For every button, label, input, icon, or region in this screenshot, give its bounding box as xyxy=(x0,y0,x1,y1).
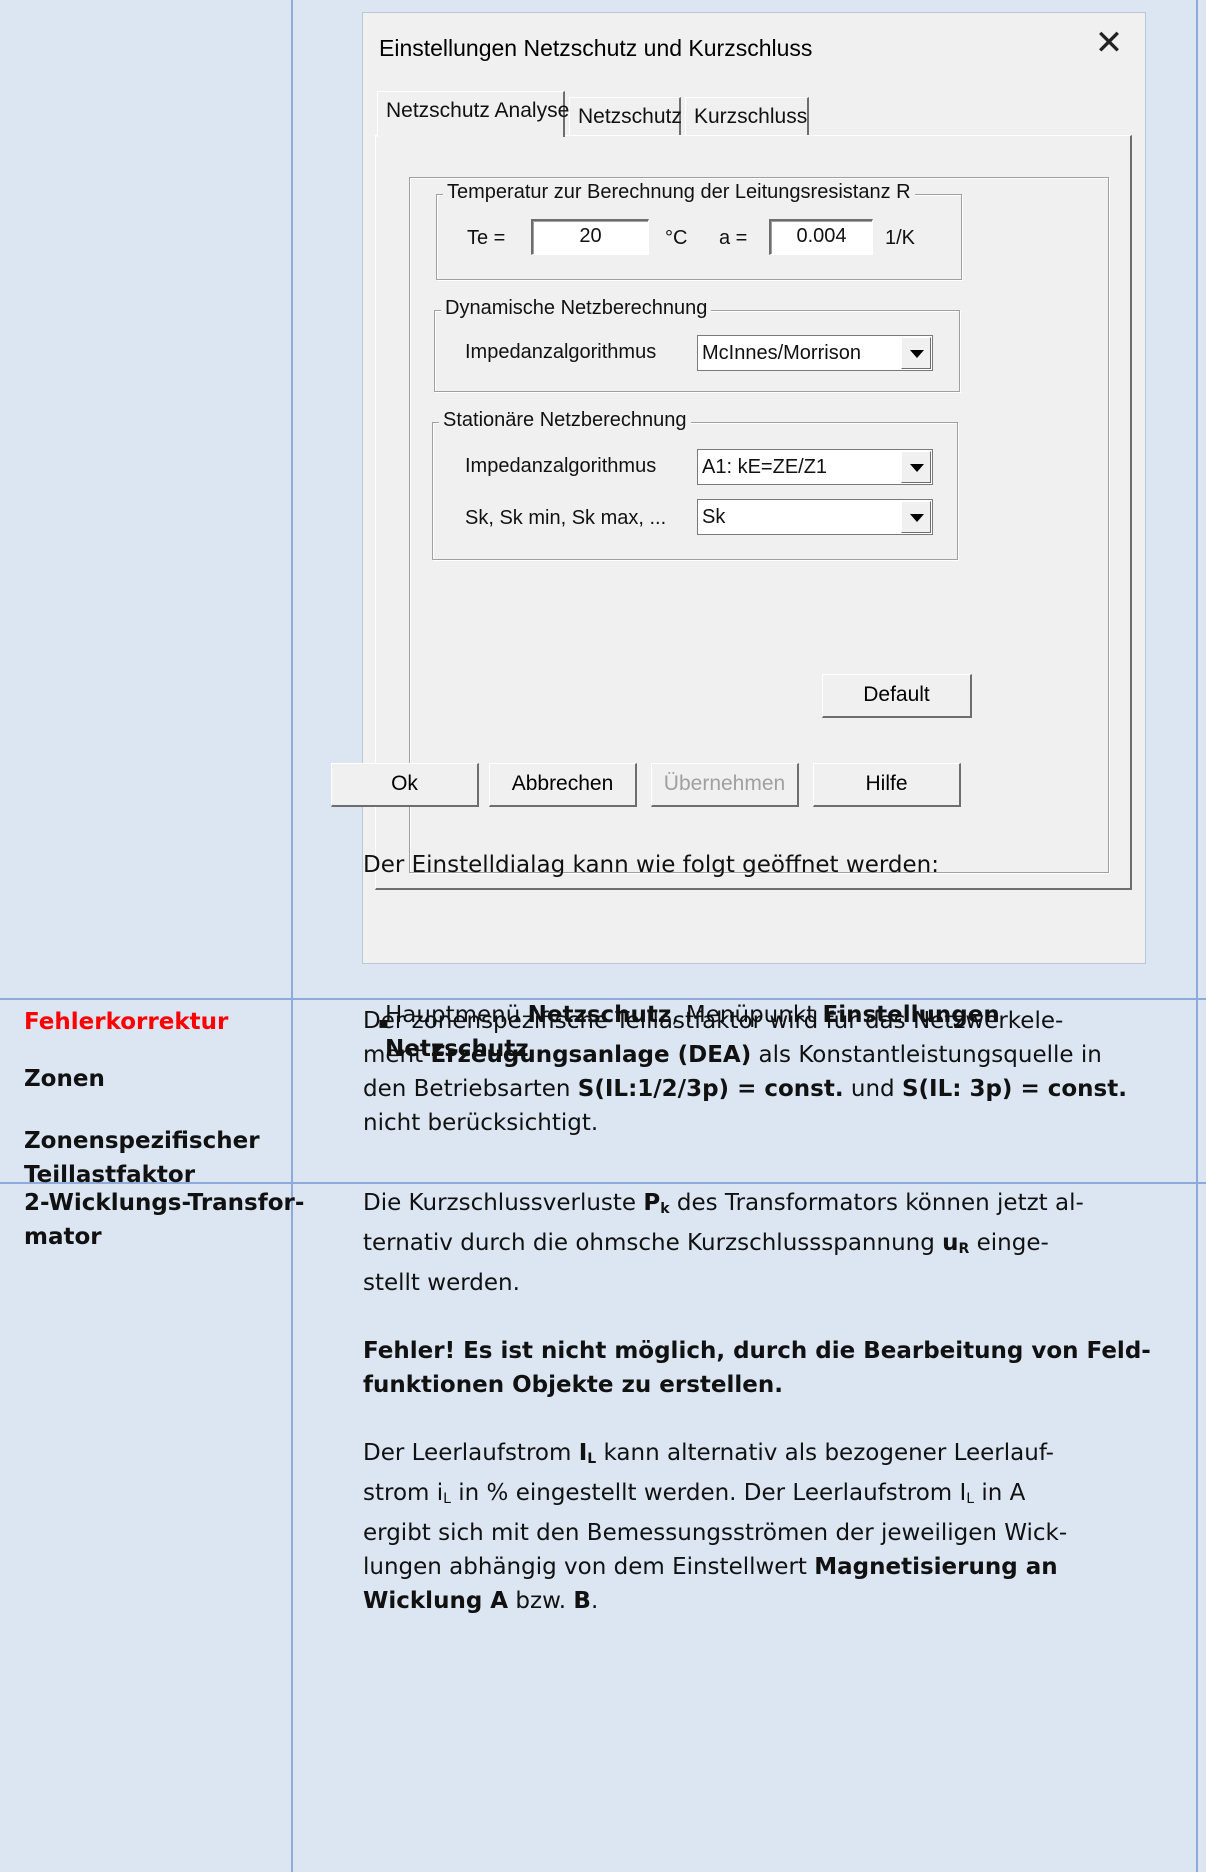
desc-text: strom i xyxy=(363,1480,444,1506)
desc-text: Der Leerlaufstrom xyxy=(363,1440,579,1466)
dynamic-calc-group: Dynamische Netzberechnung Impedanzalgori… xyxy=(434,297,960,392)
a-unit: 1/K xyxy=(885,227,916,249)
desc-bold: Erzeugungsanlage (DEA) xyxy=(430,1042,752,1068)
error-line: funktionen Objekte zu erstellen. xyxy=(363,1372,783,1398)
row2-description: Der zonenspezifische Teillastfaktor wird… xyxy=(363,1004,1181,1140)
tab-netzschutz-analyse[interactable]: Netzschutz Analyse xyxy=(377,91,569,137)
impedance-label: Impedanzalgorithmus xyxy=(465,341,657,363)
apply-button: Übernehmen xyxy=(651,763,799,807)
desc-line: Der Leerlaufstrom IL kann alternativ als… xyxy=(363,1436,1181,1476)
feature-label-line: Teillastfaktor xyxy=(24,1162,196,1188)
te-label: Te = xyxy=(467,227,506,249)
desc-text: Die Kurzschlussverluste xyxy=(363,1190,644,1216)
desc-line: ment Erzeugungsanlage (DEA) als Konstant… xyxy=(363,1038,1181,1072)
desc-subscript: L xyxy=(966,1491,975,1507)
sk-label: Sk, Sk min, Sk max, ... xyxy=(465,507,667,529)
category-label: Fehlerkorrektur xyxy=(24,1005,228,1039)
section-label-line: mator xyxy=(24,1224,102,1250)
desc-text: in % eingestellt werden. Der Leerlaufstr… xyxy=(450,1480,967,1506)
close-icon[interactable]: ✕ xyxy=(1089,23,1129,63)
help-button[interactable]: Hilfe xyxy=(813,763,961,807)
desc-line: ternativ durch die ohmsche Kurzschlusssp… xyxy=(363,1226,1181,1266)
ok-button[interactable]: Ok xyxy=(331,763,479,807)
error-line: Fehler! Es ist nicht möglich, durch die … xyxy=(363,1338,1151,1364)
category-label-text: Fehlerkorrektur xyxy=(24,1009,229,1035)
desc-text: in A xyxy=(974,1480,1026,1506)
row3-description: Die Kurzschlussverluste Pk des Transform… xyxy=(363,1186,1181,1618)
dialog-title: Einstellungen Netzschutz und Kurzschluss xyxy=(379,35,813,61)
desc-line: strom iL in % eingestellt werden. Der Le… xyxy=(363,1476,1181,1516)
desc-line: nicht berücksichtigt. xyxy=(363,1110,599,1136)
stationary-calc-group: Stationäre Netzberechnung Impedanzalgori… xyxy=(432,409,958,560)
column-divider xyxy=(291,0,293,1872)
temperature-group: Temperatur zur Berechnung der Leitungsre… xyxy=(436,181,962,280)
desc-line: lungen abhängig von dem Einstellwert Mag… xyxy=(363,1550,1181,1584)
desc-text: lungen abhängig von dem Einstellwert xyxy=(363,1554,815,1580)
group-label: Dynamische Netzberechnung xyxy=(441,297,712,320)
feature-label: Zonenspezifischer Teillastfaktor xyxy=(24,1124,260,1192)
a-field[interactable]: 0.004 xyxy=(769,219,873,255)
impedance-label: Impedanzalgorithmus xyxy=(465,455,657,477)
desc-bold: I xyxy=(578,1440,588,1466)
desc-text: als Konstantleistungsquelle in xyxy=(751,1042,1102,1068)
dyn-impedance-select[interactable]: McInnes/Morrison xyxy=(697,335,933,371)
chevron-down-icon[interactable] xyxy=(901,451,931,483)
desc-line: Wicklung A bzw. B. xyxy=(363,1584,1181,1618)
stat-impedance-select[interactable]: A1: kE=ZE/Z1 xyxy=(697,449,933,485)
desc-subscript: R xyxy=(958,1241,970,1257)
section-label-line: 2-Wicklungs-Transfor- xyxy=(24,1190,305,1216)
desc-bold: u xyxy=(942,1230,959,1256)
desc-subscript: L xyxy=(443,1491,451,1507)
section-label: Zonen xyxy=(24,1066,105,1092)
desc-line: Der zonenspezifische Teillastfaktor wird… xyxy=(363,1008,1064,1034)
desc-line: Die Kurzschlussverluste Pk des Transform… xyxy=(363,1186,1181,1226)
desc-text: den Betriebsarten xyxy=(363,1076,578,1102)
chevron-down-icon[interactable] xyxy=(901,337,931,369)
desc-text: und xyxy=(843,1076,902,1102)
desc-line: stellt werden. xyxy=(363,1270,520,1296)
desc-bold: S(IL: 3p) = const. xyxy=(901,1076,1127,1102)
select-value: A1: kE=ZE/Z1 xyxy=(702,456,828,478)
desc-line: den Betriebsarten S(IL:1/2/3p) = const. … xyxy=(363,1072,1181,1106)
sk-select[interactable]: Sk xyxy=(697,499,933,535)
desc-text: bzw. xyxy=(508,1588,574,1614)
select-value: McInnes/Morrison xyxy=(702,342,861,364)
desc-bold: Magnetisierung an xyxy=(814,1554,1058,1580)
desc-text: ment xyxy=(363,1042,431,1068)
desc-text: kann alternativ als bezogener Leerlauf- xyxy=(596,1440,1054,1466)
desc-subscript: k xyxy=(660,1201,670,1217)
group-label: Stationäre Netzberechnung xyxy=(439,409,691,432)
default-button[interactable]: Default xyxy=(822,674,972,718)
settings-dialog: Einstellungen Netzschutz und Kurzschluss… xyxy=(331,12,1146,964)
select-value: Sk xyxy=(702,506,726,528)
section-label: 2-Wicklungs-Transfor-mator xyxy=(24,1186,304,1254)
desc-text: des Transformators können jetzt al- xyxy=(669,1190,1084,1216)
cancel-button[interactable]: Abbrechen xyxy=(489,763,637,807)
desc-subscript: L xyxy=(587,1451,597,1467)
desc-text: . xyxy=(590,1588,599,1614)
group-label: Temperatur zur Berechnung der Leitungsre… xyxy=(443,181,915,204)
te-unit: °C xyxy=(665,227,688,249)
tab-kurzschluss[interactable]: Kurzschluss xyxy=(685,97,809,135)
right-border xyxy=(1196,0,1198,1872)
chevron-down-icon[interactable] xyxy=(901,501,931,533)
desc-text: ternativ durch die ohmsche Kurzschlusssp… xyxy=(363,1230,943,1256)
desc-bold: S(IL:1/2/3p) = const. xyxy=(577,1076,844,1102)
desc-bold: Wicklung A xyxy=(363,1588,509,1614)
tab-netzschutz[interactable]: Netzschutz xyxy=(569,97,682,135)
desc-bold: P xyxy=(643,1190,661,1216)
desc-text: einge- xyxy=(969,1230,1049,1256)
a-label: a = xyxy=(719,227,748,249)
te-field[interactable]: 20 xyxy=(531,219,649,255)
desc-bold: B xyxy=(573,1588,591,1614)
intro-text: Der Einstelldialag kann wie folgt geöffn… xyxy=(363,852,939,878)
feature-label-line: Zonenspezifischer xyxy=(24,1128,260,1154)
desc-line: ergibt sich mit den Bemessungsströmen de… xyxy=(363,1520,1068,1546)
